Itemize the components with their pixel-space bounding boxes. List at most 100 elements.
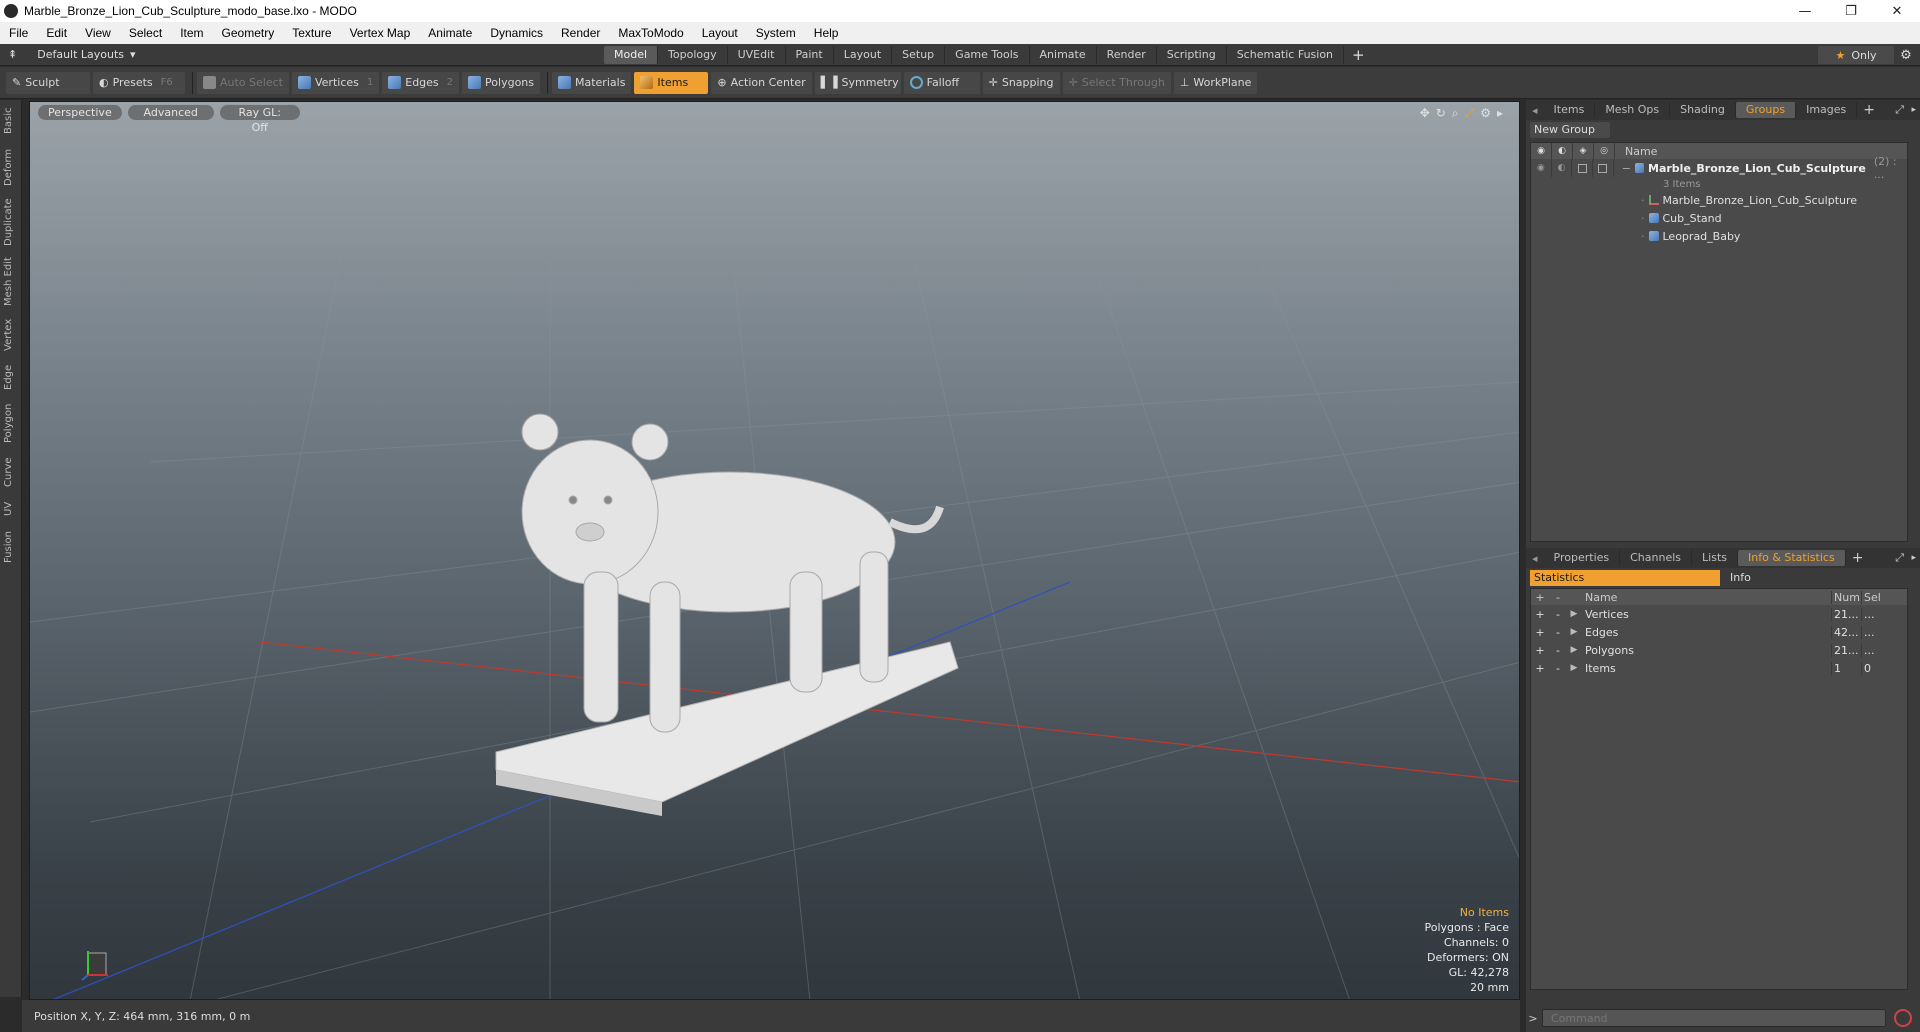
- tab-properties[interactable]: Properties: [1544, 550, 1621, 566]
- vtab-basic[interactable]: Basic: [3, 104, 19, 138]
- menu-render[interactable]: Render: [552, 26, 609, 40]
- layouts-dropdown[interactable]: ⇞ Default Layouts ▾: [8, 48, 136, 61]
- tab-paint[interactable]: Paint: [786, 46, 834, 64]
- advanced-dropdown[interactable]: Advanced: [127, 105, 214, 120]
- auto-select-button[interactable]: Auto Select: [197, 71, 289, 94]
- vtab-uv[interactable]: UV: [3, 498, 19, 520]
- add-tab-button[interactable]: +: [1352, 46, 1365, 64]
- falloff-button[interactable]: Falloff: [903, 71, 980, 94]
- tab-lists[interactable]: Lists: [1692, 550, 1738, 566]
- table-row[interactable]: + - ▶ Items 1 0: [1531, 659, 1907, 677]
- presets-button[interactable]: ◐ Presets F6: [93, 71, 185, 94]
- vtab-vertex[interactable]: Vertex: [3, 316, 19, 354]
- vtab-mesh-edit[interactable]: Mesh Edit: [3, 256, 19, 308]
- tab-channels[interactable]: Channels: [1620, 550, 1693, 566]
- materials-button[interactable]: Materials: [552, 71, 632, 94]
- add-tab-button[interactable]: +: [1863, 102, 1875, 118]
- tab-images[interactable]: Images: [1796, 102, 1858, 118]
- sculpt-button[interactable]: ✎ Sculpt: [6, 71, 90, 94]
- command-input[interactable]: [1542, 1009, 1886, 1027]
- add-tab-button[interactable]: +: [1852, 550, 1864, 566]
- vtab-deform[interactable]: Deform: [3, 146, 19, 188]
- menu-edit[interactable]: Edit: [37, 26, 76, 40]
- tab-render[interactable]: Render: [1097, 46, 1157, 64]
- viewport-settings-icon[interactable]: ⚙: [1480, 106, 1491, 121]
- tab-items[interactable]: Items: [1544, 102, 1596, 118]
- record-icon[interactable]: [1894, 1009, 1912, 1027]
- menu-help[interactable]: Help: [805, 26, 848, 40]
- pan-icon[interactable]: ✥: [1420, 106, 1430, 121]
- menu-vertex-map[interactable]: Vertex Map: [341, 26, 420, 40]
- row-add-button[interactable]: +: [1531, 644, 1549, 657]
- expand-arrow-icon[interactable]: ▶: [1567, 645, 1581, 655]
- vtab-duplicate[interactable]: Duplicate: [3, 196, 19, 248]
- tab-info-statistics[interactable]: Info & Statistics: [1738, 550, 1846, 566]
- tab-scripting[interactable]: Scripting: [1157, 46, 1227, 64]
- table-row[interactable]: + - ▶ Edges 42... ...: [1531, 623, 1907, 641]
- gear-icon[interactable]: ⚙: [1896, 46, 1916, 64]
- row-add-button[interactable]: +: [1531, 608, 1549, 621]
- render-icon[interactable]: ◐: [1552, 159, 1573, 177]
- maximize-button[interactable]: ❐: [1828, 0, 1874, 22]
- menu-texture[interactable]: Texture: [283, 26, 340, 40]
- collapse-icon[interactable]: −: [1622, 162, 1631, 175]
- vtab-fusion[interactable]: Fusion: [3, 528, 19, 566]
- group-row[interactable]: ◉ ◐ − Marble_Bronze_Lion_Cub_Sculpture (…: [1531, 155, 1907, 181]
- row-remove-button[interactable]: -: [1549, 662, 1567, 675]
- menu-animate[interactable]: Animate: [419, 26, 481, 40]
- menu-view[interactable]: View: [76, 26, 120, 40]
- row-remove-button[interactable]: -: [1549, 608, 1567, 621]
- menu-select[interactable]: Select: [120, 26, 171, 40]
- tab-uvedit[interactable]: UVEdit: [728, 46, 786, 64]
- expand-arrow-icon[interactable]: ▶: [1567, 663, 1581, 673]
- table-row[interactable]: + - ▶ Polygons 21... ...: [1531, 641, 1907, 659]
- workplane-button[interactable]: ⊥ WorkPlane: [1173, 71, 1258, 94]
- menu-geometry[interactable]: Geometry: [213, 26, 284, 40]
- menu-file[interactable]: File: [0, 26, 37, 40]
- row-add-button[interactable]: +: [1531, 626, 1549, 639]
- menu-dynamics[interactable]: Dynamics: [481, 26, 552, 40]
- vertices-button[interactable]: Vertices 1: [291, 71, 380, 94]
- menu-maxtomodo[interactable]: MaxToModo: [609, 26, 692, 40]
- items-button[interactable]: Items: [634, 71, 709, 94]
- menu-system[interactable]: System: [747, 26, 805, 40]
- snapping-button[interactable]: ✛ Snapping: [982, 71, 1060, 94]
- tab-schematic-fusion[interactable]: Schematic Fusion: [1227, 46, 1345, 64]
- expand-icon[interactable]: ⤢: [1895, 103, 1904, 117]
- tab-groups[interactable]: Groups: [1735, 102, 1797, 118]
- remove-all-button[interactable]: -: [1549, 591, 1567, 604]
- tree-item[interactable]: · Marble_Bronze_Lion_Cub_Sculpture: [1531, 191, 1907, 209]
- action-center-button[interactable]: ⊕ Action Center: [711, 71, 812, 94]
- expand-icon[interactable]: ⤢: [1895, 551, 1904, 565]
- tree-item[interactable]: · Cub_Stand: [1531, 209, 1907, 227]
- vtab-edge[interactable]: Edge: [3, 362, 19, 392]
- only-button[interactable]: ★ Only: [1818, 46, 1894, 64]
- zoom-icon[interactable]: ⌕: [1452, 106, 1459, 121]
- raygl-toggle[interactable]: Ray GL: Off: [219, 105, 300, 134]
- panel-arrow-icon[interactable]: ▸: [1911, 553, 1916, 563]
- eye-icon[interactable]: ◉: [1531, 159, 1552, 177]
- minimize-button[interactable]: —: [1782, 0, 1828, 22]
- close-button[interactable]: ✕: [1874, 0, 1920, 22]
- row-add-button[interactable]: +: [1531, 662, 1549, 675]
- row-remove-button[interactable]: -: [1549, 644, 1567, 657]
- expand-arrow-icon[interactable]: ▶: [1567, 609, 1581, 619]
- tab-info[interactable]: Info: [1720, 570, 1751, 586]
- tab-setup[interactable]: Setup: [892, 46, 946, 64]
- lock-toggle[interactable]: [1572, 159, 1594, 177]
- add-all-button[interactable]: +: [1531, 591, 1549, 604]
- menu-layout[interactable]: Layout: [693, 26, 747, 40]
- edges-button[interactable]: Edges 2: [382, 71, 460, 94]
- expand-arrow-icon[interactable]: ▶: [1567, 627, 1581, 637]
- 3d-viewport[interactable]: Perspective Advanced Ray GL: Off ✥ ↻ ⌕ ⤢…: [29, 101, 1520, 1000]
- polygons-button[interactable]: Polygons: [462, 71, 540, 94]
- panel-arrow-icon[interactable]: ▸: [1911, 105, 1916, 115]
- tab-animate[interactable]: Animate: [1030, 46, 1097, 64]
- tab-shading[interactable]: Shading: [1670, 102, 1736, 118]
- rotate-icon[interactable]: ↻: [1436, 106, 1446, 121]
- perspective-dropdown[interactable]: Perspective: [38, 105, 122, 120]
- tree-item[interactable]: · Leoprad_Baby: [1531, 227, 1907, 245]
- tab-game-tools[interactable]: Game Tools: [945, 46, 1030, 64]
- tab-statistics[interactable]: Statistics: [1530, 570, 1720, 586]
- vtab-curve[interactable]: Curve: [3, 454, 19, 490]
